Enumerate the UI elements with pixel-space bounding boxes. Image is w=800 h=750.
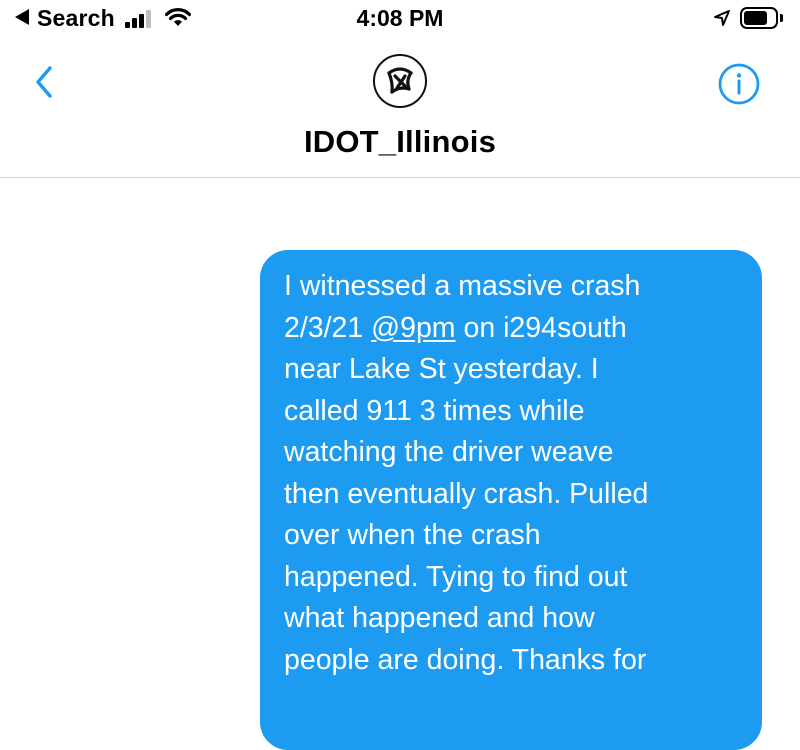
avatar[interactable] <box>373 54 427 108</box>
message-line: near Lake St yesterday. I <box>284 353 599 385</box>
idot-logo-icon <box>387 67 413 94</box>
battery-cap <box>780 14 783 22</box>
contact-name[interactable]: IDOT_Illinois <box>0 124 800 160</box>
info-circle-icon[interactable] <box>717 62 761 106</box>
status-time: 4:08 PM <box>356 5 444 31</box>
message-line: called 911 3 times while <box>284 394 585 427</box>
message-line: watching the driver weave <box>284 436 614 468</box>
message-line: what happened and how <box>284 602 595 634</box>
battery-fill <box>744 11 767 25</box>
message-date: 2/3/21 <box>284 311 364 344</box>
message-line: then eventually crash. Pulled <box>284 477 649 510</box>
message-bubble[interactable]: I witnessed a massive crash 2/3/21 @9pm … <box>260 250 762 750</box>
battery-icon <box>740 7 778 29</box>
message-line: over when the crash <box>284 519 541 551</box>
message-line: 2/3/21 @9pm on i294south <box>284 308 740 350</box>
conversation-header: IDOT_Illinois <box>0 40 800 178</box>
message-text: on i294south <box>463 311 627 344</box>
message-line: happened. Tying to find out <box>284 560 628 593</box>
message-line: people are doing. Thanks for <box>284 643 647 676</box>
chevron-left-icon[interactable] <box>26 60 66 104</box>
mention-link[interactable]: @9pm <box>371 312 455 344</box>
status-bar: Search 4:08 PM <box>0 0 800 40</box>
message-line: I witnessed a massive crash <box>284 270 641 302</box>
location-arrow-icon <box>714 10 730 26</box>
